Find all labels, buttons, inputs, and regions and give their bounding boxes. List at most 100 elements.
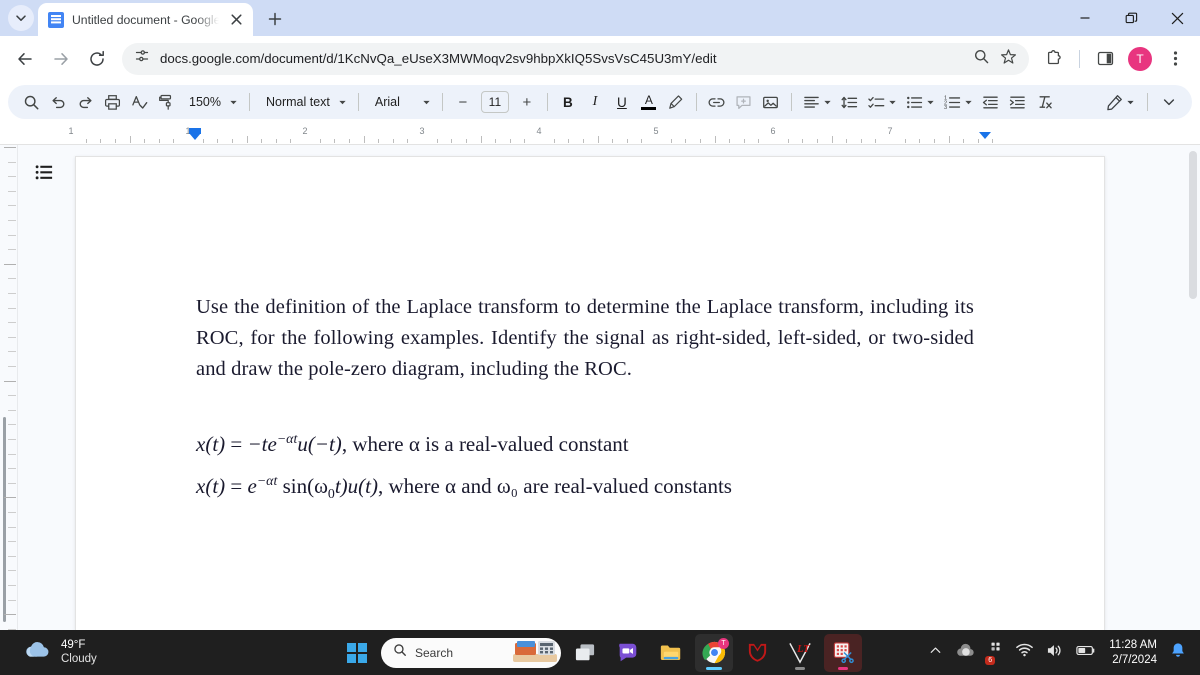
ruler-tick [743,139,745,143]
vertical-ruler-tick [8,541,16,543]
browser-tab[interactable]: Untitled document - Google Do [38,3,253,36]
vertical-scrollbar[interactable] [1186,145,1200,630]
paragraph-style-value: Normal text [265,95,330,109]
decrease-font-size-button[interactable]: − [450,89,476,115]
ruler-tick [392,139,394,143]
text-align-icon [804,96,819,108]
vertical-ruler[interactable] [0,145,18,630]
battery-icon[interactable] [1076,644,1096,662]
font-size-input[interactable]: 11 [480,91,509,113]
forward-button[interactable] [44,42,78,76]
updates-icon[interactable]: 6 [985,642,1003,665]
document-paragraph: Use the definition of the Laplace transf… [196,296,974,380]
paint-format-icon[interactable] [153,89,179,115]
tab-strip: Untitled document - Google Do [0,0,1200,36]
tab-search-button[interactable] [8,5,34,31]
avatar[interactable]: T [1128,46,1152,71]
task-view-icon[interactable] [566,634,604,672]
checklist-selector[interactable] [864,89,901,115]
weather-widget[interactable]: 49°F Cloudy [0,639,200,667]
speaker-icon[interactable] [1046,643,1063,663]
vertical-ruler-tick [4,380,16,382]
clock-widget[interactable]: 11:28 AM 2/7/2024 [1109,638,1157,668]
scrollbar-thumb[interactable] [1189,151,1197,299]
italic-button[interactable]: I [582,89,608,115]
close-icon[interactable] [227,11,245,29]
vertical-ruler-tick [8,599,16,601]
paragraph-style-selector[interactable]: Normal text [257,89,351,115]
caret-down-icon [889,100,896,104]
file-explorer-app[interactable] [652,634,690,672]
updates-badge: 6 [985,656,996,665]
print-icon[interactable] [99,89,125,115]
redo-icon[interactable] [72,89,98,115]
restore-icon[interactable] [1108,0,1154,36]
vertical-ruler-tick [8,439,16,440]
decrease-indent-icon[interactable] [978,89,1004,115]
ruler-tick [363,136,365,143]
zoom-selector[interactable]: 150% [180,89,242,115]
text-color-button[interactable]: A [636,89,662,115]
bell-icon[interactable] [1170,642,1186,664]
vertical-indent-bar[interactable] [3,417,6,622]
bulleted-list-selector[interactable] [902,89,939,115]
address-bar[interactable]: docs.google.com/document/d/1KcNvQa_eUseX… [122,42,1029,75]
site-settings-icon[interactable] [134,48,150,69]
windows-taskbar: 49°F Cloudy Search T LT 6 11:28 AM 2/7/2… [0,630,1200,675]
star-icon[interactable] [1000,48,1017,70]
mcafee-app[interactable] [738,634,776,672]
vertical-ruler-tick [8,307,16,309]
chevron-up-icon[interactable] [929,644,942,662]
toolbar-divider [248,93,250,111]
document-outline-icon[interactable] [32,160,56,184]
add-comment-icon[interactable] [731,89,757,115]
reload-button[interactable] [80,42,114,76]
editing-mode-selector[interactable] [1102,89,1139,115]
lt-app[interactable]: LT [781,634,819,672]
font-family-selector[interactable]: Arial [366,89,435,115]
three-dot-menu-icon[interactable] [1158,42,1192,76]
ruler-tick [261,139,263,143]
horizontal-ruler[interactable]: 11234567 [0,123,1200,145]
vertical-ruler-tick [8,482,16,484]
minimize-icon[interactable] [1062,0,1108,36]
collapse-toolbar-button[interactable] [1156,89,1182,115]
app-running-indicator [795,666,805,670]
ruler-tick [612,139,614,143]
increase-indent-icon[interactable] [1005,89,1031,115]
side-panel-icon[interactable] [1088,42,1122,76]
clear-formatting-icon[interactable] [1032,89,1058,115]
document-page[interactable]: Use the definition of the Laplace transf… [75,156,1105,630]
video-chat-app[interactable] [609,634,647,672]
vertical-ruler-tick [8,190,16,192]
new-tab-button[interactable] [261,5,289,33]
snipping-tool-app[interactable] [824,633,862,672]
ruler-tick [875,139,877,143]
onedrive-cloud-icon[interactable] [955,643,974,663]
highlight-pen-icon[interactable] [663,89,689,115]
text-align-selector[interactable] [799,89,836,115]
bold-button[interactable]: B [555,89,581,115]
back-button[interactable] [8,42,42,76]
extensions-puzzle-icon[interactable] [1037,42,1071,76]
wifi-icon[interactable] [1016,643,1034,662]
ruler-tick [992,139,994,143]
right-indent-marker[interactable] [979,132,991,139]
vertical-ruler-tick [8,336,16,338]
google-chrome-app[interactable]: T [695,633,733,672]
spellcheck-icon[interactable] [126,89,152,115]
windows-start-icon[interactable] [338,634,376,672]
increase-font-size-button[interactable]: + [514,89,540,115]
search-input[interactable]: Search [381,637,561,668]
insert-image-icon[interactable] [758,89,784,115]
close-icon[interactable] [1154,0,1200,36]
underline-button[interactable]: U [609,89,635,115]
numbered-list-selector[interactable]: 123 [940,89,977,115]
search-zoom-icon[interactable] [973,48,990,70]
undo-icon[interactable] [45,89,71,115]
line-spacing-icon[interactable] [837,89,863,115]
left-indent-triangle[interactable] [189,133,201,140]
search-icon[interactable] [18,89,44,115]
document-content[interactable]: Use the definition of the Laplace transf… [196,292,974,507]
insert-link-icon[interactable] [704,89,730,115]
